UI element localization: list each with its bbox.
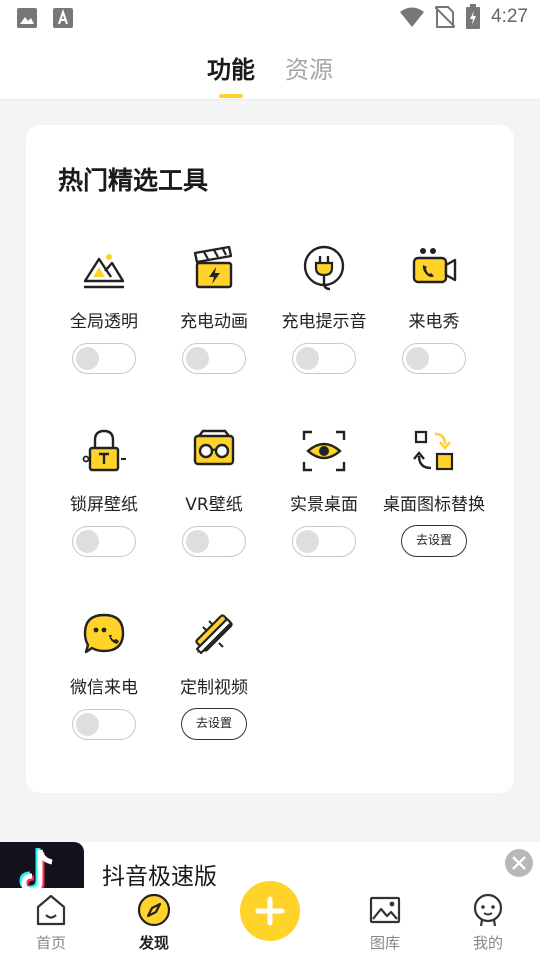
status-bar: 4:27: [0, 0, 540, 36]
toggle-knob: [406, 347, 429, 370]
toggle-knob: [76, 713, 99, 736]
tab-functions[interactable]: 功能: [207, 50, 255, 85]
clapperboard-icon: [193, 245, 233, 289]
tab-home[interactable]: 首页: [1, 888, 101, 960]
home-icon: [36, 894, 66, 926]
text-notification-icon: [53, 8, 73, 28]
no-sim-icon: [435, 6, 456, 28]
ad-title: 抖音极速版: [102, 864, 217, 890]
tab-mine-label: 我的: [472, 934, 503, 952]
vr-wallpaper-toggle[interactable]: [182, 526, 246, 557]
ad-close-button[interactable]: [505, 849, 533, 877]
profile-icon: [473, 893, 503, 927]
tab-gallery-label: 图库: [369, 934, 400, 952]
gallery-icon: [369, 896, 401, 924]
douyin-logo-icon: [19, 848, 53, 892]
charging-sound-toggle[interactable]: [292, 343, 356, 374]
tools-card: 热门精选工具 全局透明 充电动画 充电提示音 来电秀 锁屏壁纸 VR壁纸 实景桌…: [26, 125, 514, 793]
tab-discover[interactable]: 发现: [104, 888, 204, 960]
battery-charging-icon: [466, 4, 481, 29]
compass-icon: [137, 893, 171, 927]
create-button[interactable]: [240, 881, 300, 941]
top-tab-bar: 功能 资源: [0, 36, 540, 100]
eye-scan-icon: [302, 430, 346, 472]
tab-mine[interactable]: 我的: [438, 888, 538, 960]
toggle-knob: [186, 530, 209, 553]
status-time: 4:27: [491, 6, 528, 27]
tool-label: 来电秀: [408, 312, 460, 332]
toggle-knob: [186, 347, 209, 370]
desktop-icon-setup-button[interactable]: 去设置: [401, 525, 467, 557]
tab-home-label: 首页: [35, 934, 66, 952]
close-icon: [512, 856, 526, 870]
landscape-icon: [83, 254, 125, 289]
toggle-knob: [296, 530, 319, 553]
video-call-icon: [412, 248, 457, 284]
chat-phone-icon: [83, 613, 125, 654]
image-notification-icon: [17, 8, 37, 28]
lock-icon: [82, 429, 126, 472]
wechat-call-toggle[interactable]: [72, 709, 136, 740]
icon-swap-icon: [413, 430, 454, 471]
plus-icon: [255, 896, 285, 926]
plug-icon: [303, 245, 345, 291]
tab-resources[interactable]: 资源: [285, 50, 333, 85]
custom-video-setup-button[interactable]: 去设置: [181, 708, 247, 740]
tab-discover-label: 发现: [138, 934, 169, 952]
tool-label: 定制视频: [180, 678, 248, 698]
active-tab-indicator: [219, 94, 243, 98]
toggle-knob: [296, 347, 319, 370]
lockscreen-wallpaper-toggle[interactable]: [72, 526, 136, 557]
tab-gallery[interactable]: 图库: [335, 888, 435, 960]
vr-glasses-icon: [193, 429, 235, 466]
card-title: 热门精选工具: [58, 166, 209, 195]
toggle-knob: [76, 347, 99, 370]
pencil-ruler-icon: [195, 614, 233, 655]
tool-label: 桌面图标替换: [383, 495, 485, 515]
live-desktop-toggle[interactable]: [292, 526, 356, 557]
ad-app-logo: [0, 842, 84, 892]
toggle-knob: [76, 530, 99, 553]
caller-show-toggle[interactable]: [402, 343, 466, 374]
wifi-icon: [400, 7, 425, 27]
global-transparency-toggle[interactable]: [72, 343, 136, 374]
charging-animation-toggle[interactable]: [182, 343, 246, 374]
